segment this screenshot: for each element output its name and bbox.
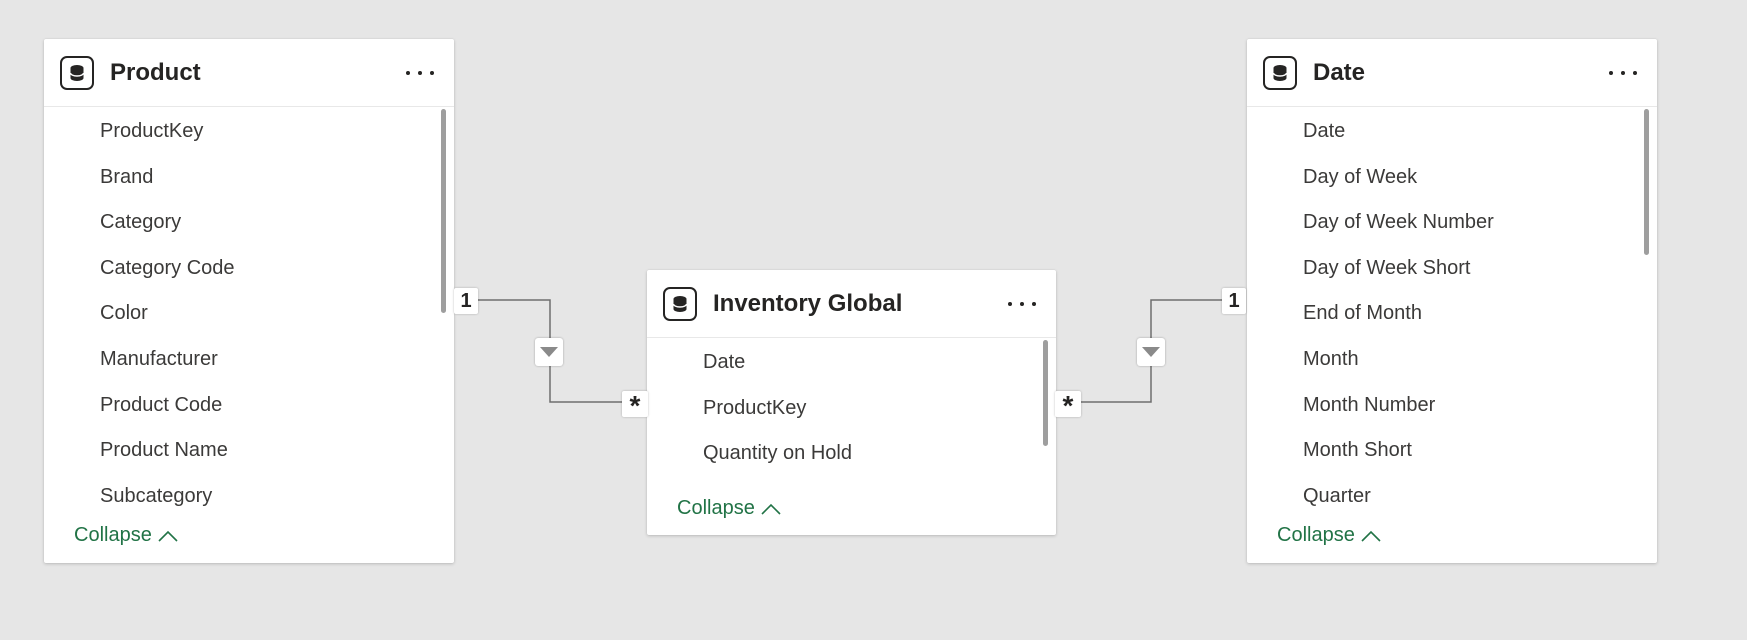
more-options-button[interactable]: [1008, 294, 1036, 314]
collapse-button[interactable]: Collapse: [677, 497, 781, 520]
field-item[interactable]: Quantity on Hold: [647, 431, 1056, 477]
field-list-product[interactable]: ProductKey Brand Category Category Code …: [44, 107, 454, 514]
scrollbar-thumb[interactable]: [1043, 340, 1048, 446]
scrollbar-thumb[interactable]: [1644, 109, 1649, 255]
field-list-date[interactable]: Date Day of Week Day of Week Number Day …: [1247, 107, 1657, 514]
field-item[interactable]: ProductKey: [647, 386, 1056, 432]
collapse-label: Collapse: [677, 497, 755, 519]
cardinality-many-date: *: [1055, 391, 1081, 421]
table-title: Product: [110, 58, 201, 86]
field-item[interactable]: Quarter: [1247, 474, 1657, 514]
cardinality-one-date: 1: [1222, 288, 1246, 314]
cardinality-many-product: *: [622, 391, 648, 421]
collapse-button[interactable]: Collapse: [74, 524, 178, 547]
field-item[interactable]: Day of Week Short: [1247, 246, 1657, 292]
field-item[interactable]: Brand: [44, 155, 454, 201]
field-item[interactable]: Category: [44, 200, 454, 246]
chevron-up-icon: [761, 503, 781, 515]
field-item[interactable]: Month: [1247, 337, 1657, 383]
table-header-inventory-global[interactable]: Inventory Global: [647, 270, 1056, 338]
table-title: Date: [1313, 58, 1366, 86]
field-item[interactable]: Subcategory: [44, 474, 454, 514]
more-options-button[interactable]: [1609, 63, 1637, 83]
collapse-label: Collapse: [1277, 524, 1355, 546]
field-item[interactable]: Date: [647, 340, 1056, 386]
field-item[interactable]: Product Name: [44, 428, 454, 474]
field-item[interactable]: Month Number: [1247, 383, 1657, 429]
table-icon: [663, 286, 697, 321]
table-header-date[interactable]: Date: [1247, 39, 1657, 107]
filter-direction-arrow-icon[interactable]: [1137, 338, 1165, 366]
chevron-up-icon: [158, 530, 178, 542]
field-item[interactable]: Color: [44, 291, 454, 337]
table-card-product[interactable]: Product ProductKey Brand Category Catego…: [44, 39, 454, 563]
field-item[interactable]: Category Code: [44, 246, 454, 292]
collapse-label: Collapse: [74, 524, 152, 546]
table-icon: [1263, 55, 1297, 90]
field-list-inventory-global[interactable]: Date ProductKey Quantity on Hold: [647, 338, 1056, 480]
field-item[interactable]: End of Month: [1247, 291, 1657, 337]
field-item[interactable]: Day of Week: [1247, 155, 1657, 201]
scrollbar-thumb[interactable]: [441, 109, 446, 313]
table-card-inventory-global[interactable]: Inventory Global Date ProductKey Quantit…: [647, 270, 1056, 535]
field-item[interactable]: Day of Week Number: [1247, 200, 1657, 246]
collapse-button[interactable]: Collapse: [1277, 524, 1381, 547]
table-header-product[interactable]: Product: [44, 39, 454, 107]
field-item[interactable]: Product Code: [44, 383, 454, 429]
chevron-up-icon: [1361, 530, 1381, 542]
field-item[interactable]: Manufacturer: [44, 337, 454, 383]
more-options-button[interactable]: [406, 63, 434, 83]
table-icon: [60, 55, 94, 90]
filter-direction-arrow-icon[interactable]: [535, 338, 563, 366]
table-card-date[interactable]: Date Date Day of Week Day of Week Number…: [1247, 39, 1657, 563]
field-item[interactable]: Date: [1247, 109, 1657, 155]
cardinality-one-product: 1: [454, 288, 478, 314]
table-title: Inventory Global: [713, 289, 903, 317]
field-item[interactable]: ProductKey: [44, 109, 454, 155]
field-item[interactable]: Month Short: [1247, 428, 1657, 474]
